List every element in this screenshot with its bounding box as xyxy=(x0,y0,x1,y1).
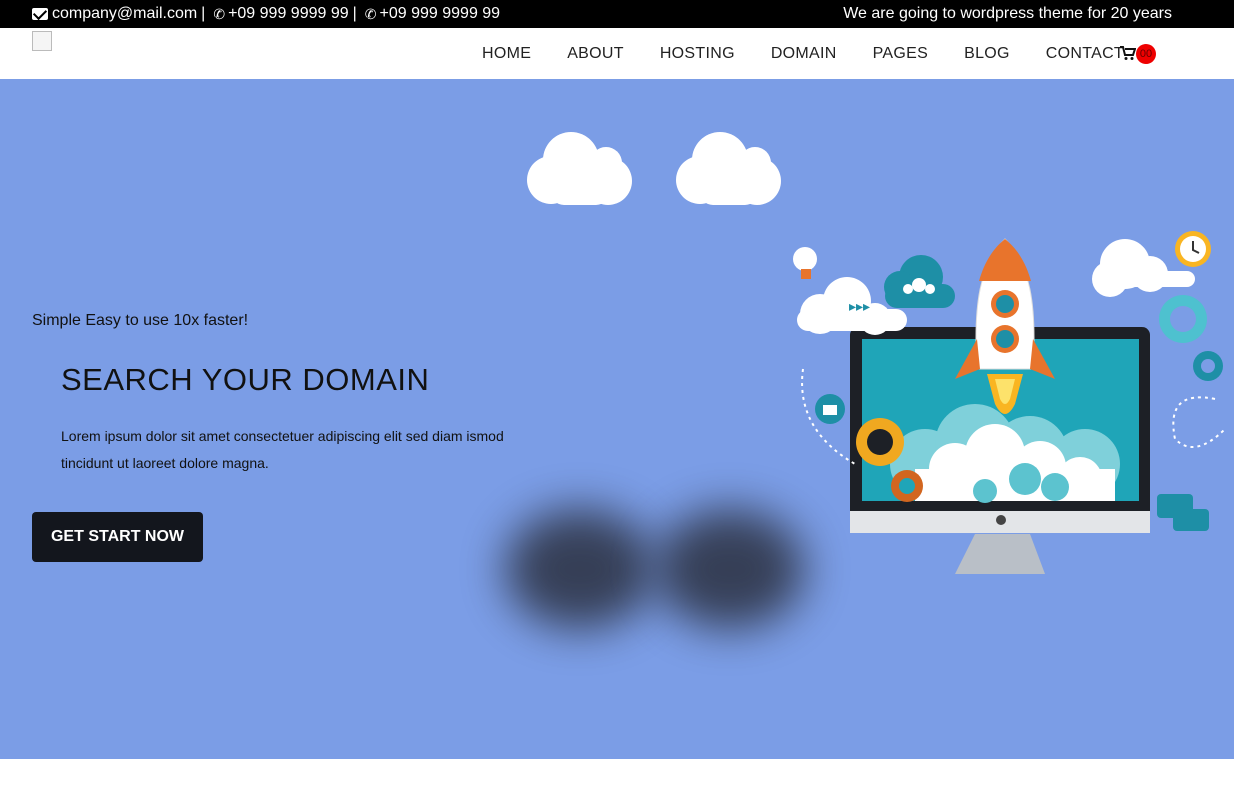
cart-icon xyxy=(1120,46,1137,60)
cloud-icon xyxy=(676,132,781,205)
phone-icon: ✆ xyxy=(364,5,377,22)
next-section xyxy=(0,759,1234,800)
contact-phone-2[interactable]: +09 999 9999 99 xyxy=(380,5,501,23)
main-nav: HOME ABOUT HOSTING DOMAIN PAGES BLOG CON… xyxy=(482,45,1160,63)
nav-pages[interactable]: PAGES xyxy=(873,45,928,63)
nav-domain[interactable]: DOMAIN xyxy=(771,45,837,63)
site-logo[interactable] xyxy=(32,31,52,51)
phone-icon: ✆ xyxy=(213,5,226,22)
cart-count-badge: 00 xyxy=(1136,44,1156,64)
nav-home[interactable]: HOME xyxy=(482,45,531,63)
rocket-monitor-illustration: ▸▸▸ xyxy=(793,231,1226,574)
top-bar: company@mail.com | ✆ +09 999 9999 99 | ✆… xyxy=(0,0,1234,28)
gear-icon xyxy=(1159,295,1223,381)
blurred-shadow xyxy=(505,509,655,629)
site-header: HOME ABOUT HOSTING DOMAIN PAGES BLOG CON… xyxy=(0,28,1234,79)
nav-contact[interactable]: CONTACT xyxy=(1046,45,1124,63)
svg-text:▸▸▸: ▸▸▸ xyxy=(849,299,870,315)
hero-tagline: Simple Easy to use 10x faster! xyxy=(32,312,249,329)
nav-hosting[interactable]: HOSTING xyxy=(660,45,735,63)
get-started-button[interactable]: GET START NOW xyxy=(32,512,203,562)
hero-description: Lorem ipsum dolor sit amet consectetuer … xyxy=(61,428,504,471)
chat-icon xyxy=(1157,494,1209,531)
contact-email[interactable]: company@mail.com xyxy=(52,5,197,23)
contact-info: company@mail.com | ✆ +09 999 9999 99 | ✆… xyxy=(32,5,500,23)
nav-about[interactable]: ABOUT xyxy=(567,45,624,63)
separator: | xyxy=(201,5,206,22)
lock-icon xyxy=(815,394,845,424)
envelope-icon xyxy=(32,8,48,20)
nav-blog[interactable]: BLOG xyxy=(964,45,1010,63)
separator: | xyxy=(352,5,357,22)
cloud-icon xyxy=(527,132,632,205)
cart-button[interactable]: 00 xyxy=(1120,44,1156,66)
users-icon xyxy=(884,255,955,308)
monitor-stand xyxy=(955,534,1045,574)
hero-title: SEARCH YOUR DOMAIN xyxy=(61,362,430,397)
topbar-tagline: We are going to wordpress theme for 20 y… xyxy=(843,5,1172,22)
lightbulb-icon xyxy=(793,247,817,279)
contact-phone-1[interactable]: +09 999 9999 99 xyxy=(228,5,349,23)
hero-section: Simple Easy to use 10x faster! SEARCH YO… xyxy=(0,79,1234,759)
